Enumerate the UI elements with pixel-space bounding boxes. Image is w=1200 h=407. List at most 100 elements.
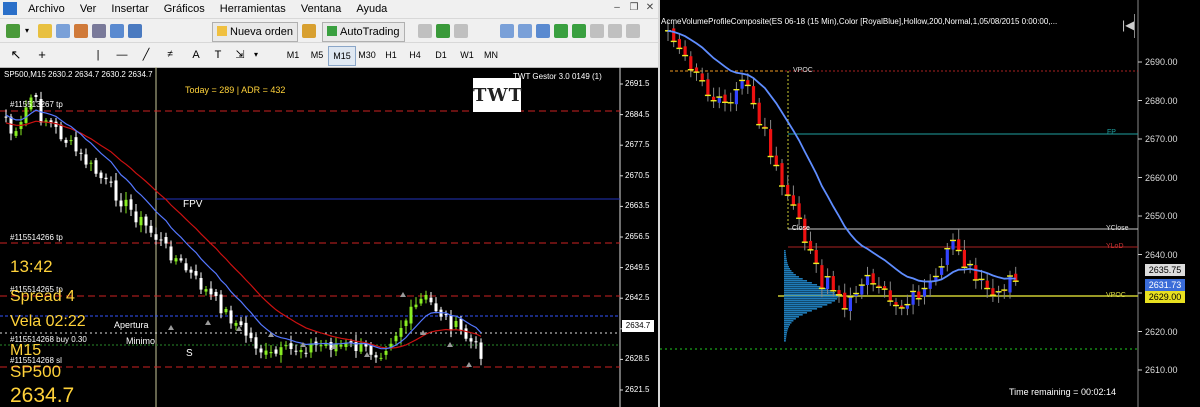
menu-insertar[interactable]: Insertar [105,0,154,18]
candle-body [474,341,478,343]
autotrading-icon [327,26,337,36]
candle-body [184,263,188,271]
candle-body [922,288,927,297]
candle-body [249,332,253,339]
price-tick: 2628.5 [625,354,650,364]
autoscroll-icon[interactable] [554,24,568,38]
volume-profile-bar [784,310,812,312]
candle-body [469,338,473,342]
menu-archivo[interactable]: Archivo [22,0,71,18]
tf-h4[interactable]: H4 [402,46,428,64]
candle-body [159,239,163,241]
new-chart-icon[interactable] [6,24,20,38]
tf-w1[interactable]: W1 [454,46,480,64]
tf-m5[interactable]: M5 [304,46,330,64]
tf-m15[interactable]: M15 [328,46,356,66]
zoom-in-icon[interactable] [500,24,514,38]
candle-body [928,281,932,289]
tf-m1[interactable]: M1 [280,46,306,64]
volume-profile-bar [784,334,787,336]
metaeditor-icon[interactable] [302,24,316,38]
candle-body [244,322,248,336]
candle-body [957,239,961,251]
minimize-icon[interactable]: – [610,2,624,14]
chevron-down-icon[interactable]: ▾ [22,22,32,40]
line-chart-icon[interactable] [454,24,468,38]
volume-profile-bar [784,276,799,278]
crosshair-icon[interactable]: + [34,46,50,64]
candle-body [109,181,113,183]
volume-profile-bar [784,328,789,330]
candle-body [751,86,756,104]
nav-left-icon [1134,14,1135,38]
vertical-line-icon[interactable]: | [88,46,108,64]
cursor-icon[interactable]: ↖ [8,46,24,64]
bar-chart-icon[interactable] [418,24,432,38]
periods-icon[interactable] [608,24,622,38]
text-label-icon[interactable]: T [210,46,226,64]
acme-volume-chart[interactable]: AcmeVolumeProfileComposite(ES 06-18 (15 … [660,0,1200,407]
price-tick: 2650.00 [1145,211,1178,221]
chart-shift-icon[interactable] [572,24,586,38]
navigator-icon[interactable] [92,24,106,38]
trendline-icon[interactable]: ╱ [136,46,156,64]
candle-body [84,154,88,165]
candle-body [139,216,143,226]
price-tick: 2642.5 [625,293,650,303]
volume-profile-bar [784,298,838,300]
candlestick-icon[interactable] [436,24,450,38]
profiles-icon[interactable] [38,24,52,38]
price-tick: 2640.00 [1145,249,1178,260]
ma-price-badge: 2631.73 [1145,279,1185,291]
menu-herramientas[interactable]: Herramientas [214,0,292,18]
candle-body [194,271,198,276]
candle-body [149,225,153,233]
tf-d1[interactable]: D1 [428,46,454,64]
candle-body [134,211,138,223]
candle-body [339,344,343,347]
apertura-label: Apertura [114,320,149,330]
tf-m30[interactable]: M30 [354,46,380,64]
chevron-down-icon[interactable]: ▾ [250,46,262,64]
zoom-out-icon[interactable] [518,24,532,38]
tf-h1[interactable]: H1 [378,46,404,64]
strategy-tester-icon[interactable] [128,24,142,38]
new-order-button[interactable]: Nueva orden [212,22,298,42]
arrows-icon[interactable]: ⇲ [232,46,248,64]
candle-body [757,102,761,125]
candle-body [199,278,203,290]
candle-body [814,249,818,264]
terminal-icon[interactable] [110,24,124,38]
menu-ayuda[interactable]: Ayuda [350,0,393,18]
templates-icon[interactable] [626,24,640,38]
volume-profile-bar [784,322,792,324]
sp500-m15-chart[interactable]: SP500,M15 2630.2 2634.7 2630.2 2634.7 To… [0,67,658,407]
candle-body [843,292,847,309]
tf-mn[interactable]: MN [478,46,504,64]
volume-profile-bar [784,296,838,298]
candle-body [319,345,323,347]
text-icon[interactable]: A [188,46,204,64]
yclose-label: YClose [1106,225,1129,232]
tile-windows-icon[interactable] [536,24,550,38]
fp-label: FP [1107,129,1116,136]
horizontal-line-icon[interactable]: — [112,46,132,64]
order-label: #115513267 tp [10,100,63,109]
data-window-icon[interactable] [74,24,88,38]
candle-body [14,131,18,136]
channel-icon[interactable]: ≠ [160,46,180,64]
price-tick: 2660.00 [1145,172,1178,183]
restore-icon[interactable]: ❐ [627,2,641,14]
candle-body [64,139,68,143]
menu-graficos[interactable]: Gráficos [158,0,211,18]
market-watch-icon[interactable] [56,24,70,38]
nav-left-icon[interactable]: |◀ [1122,18,1134,32]
close-icon[interactable]: ✕ [643,2,657,14]
menu-bar: Archivo Ver Insertar Gráficos Herramient… [0,0,658,18]
menu-ventana[interactable]: Ventana [295,0,347,18]
indicators-icon[interactable] [590,24,604,38]
candle-body [409,306,413,324]
timeframe-label: M15 [10,342,42,359]
menu-ver[interactable]: Ver [74,0,103,18]
autotrading-button[interactable]: AutoTrading [322,22,405,42]
